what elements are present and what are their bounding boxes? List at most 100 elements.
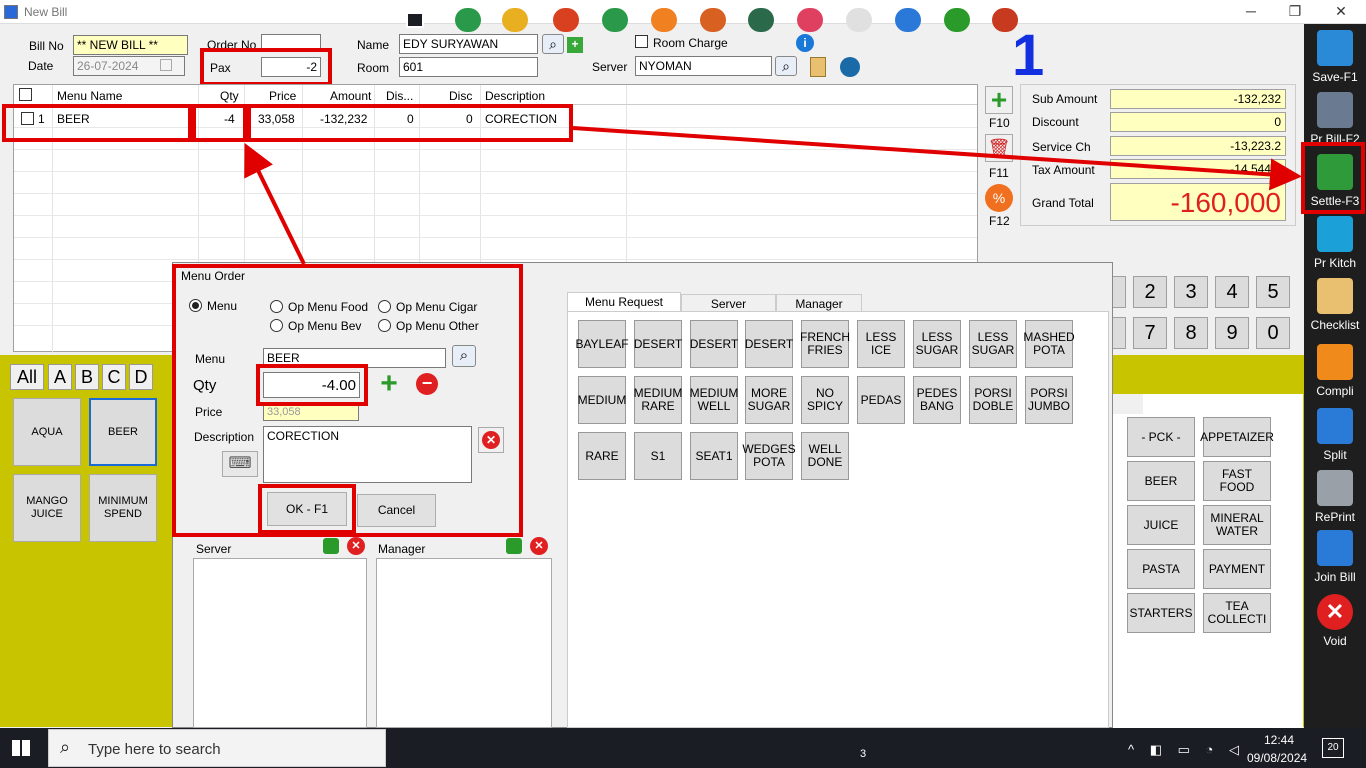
sidebar-void-button[interactable]: ✕ Void: [1304, 590, 1366, 652]
add-guest-icon[interactable]: +: [567, 37, 583, 53]
row-menu[interactable]: BEER: [57, 112, 90, 126]
request-button[interactable]: SEAT1: [690, 432, 738, 480]
qty-increase-icon[interactable]: +: [376, 369, 402, 399]
pos-app2-icon[interactable]: [748, 8, 774, 32]
row-qty[interactable]: -4: [224, 112, 235, 126]
sidebar-settle-f3-button[interactable]: Settle-F3: [1304, 150, 1366, 212]
item-mango-juice[interactable]: MANGO JUICE: [13, 474, 81, 542]
letter-a[interactable]: A: [48, 364, 72, 390]
sidebar-pr-bill-f2-button[interactable]: Pr Bill-F2: [1304, 88, 1366, 150]
request-button[interactable]: FRENCH FRIES: [800, 320, 850, 368]
keyboard-icon[interactable]: ⌨: [222, 451, 258, 477]
task-view-icon[interactable]: [406, 12, 424, 28]
greenshot-icon[interactable]: [944, 8, 970, 32]
request-button[interactable]: WEDGES POTA: [742, 432, 796, 480]
letter-b[interactable]: B: [75, 364, 99, 390]
minimize-button[interactable]: ─: [1228, 0, 1274, 24]
sidebar-reprint-button[interactable]: RePrint: [1304, 466, 1366, 528]
ok-button[interactable]: OK - F1: [267, 492, 347, 526]
group-juice[interactable]: JUICE: [1127, 505, 1195, 545]
request-button[interactable]: MEDIUM WELL: [690, 376, 738, 424]
qty-decrease-icon[interactable]: −: [416, 373, 438, 395]
radio-op-cigar[interactable]: [378, 300, 391, 313]
sidebar-save-f1-button[interactable]: Save-F1: [1304, 26, 1366, 88]
request-button[interactable]: S1: [634, 432, 682, 480]
request-button[interactable]: MORE SUGAR: [745, 376, 793, 424]
paint-icon[interactable]: [797, 8, 823, 32]
sidebar-compli-button[interactable]: Compli: [1304, 340, 1366, 402]
sidebar-checklist-button[interactable]: Checklist: [1304, 274, 1366, 336]
radio-menu[interactable]: [189, 299, 202, 312]
request-button[interactable]: PEDAS: [857, 376, 905, 424]
discount-icon[interactable]: %: [985, 184, 1013, 212]
powerpoint-icon[interactable]: [992, 8, 1018, 32]
tab-menu-request[interactable]: Menu Request: [567, 292, 681, 312]
restore-button[interactable]: ❐: [1272, 0, 1318, 24]
dlg-menu-search-icon[interactable]: ⌕: [452, 345, 476, 367]
clipboard-icon[interactable]: [810, 57, 826, 77]
request-button[interactable]: MEDIUM: [578, 376, 626, 424]
request-button[interactable]: LESS SUGAR: [913, 320, 961, 368]
numpad-8[interactable]: 8: [1174, 317, 1208, 349]
request-button[interactable]: WELL DONE: [801, 432, 849, 480]
manager-list[interactable]: [376, 558, 552, 728]
select-all-checkbox[interactable]: [19, 88, 32, 101]
notification-icon[interactable]: 20: [1322, 738, 1344, 758]
server-field[interactable]: NYOMAN: [635, 56, 772, 76]
request-button[interactable]: PORSI DOBLE: [969, 376, 1017, 424]
tab-server[interactable]: Server: [681, 294, 776, 312]
numpad-4[interactable]: 4: [1215, 276, 1249, 308]
radio-op-food[interactable]: [270, 300, 283, 313]
group-starters[interactable]: STARTERS: [1127, 593, 1195, 633]
tab-manager[interactable]: Manager: [776, 294, 862, 312]
letter-all[interactable]: All: [10, 364, 44, 390]
server-list[interactable]: [193, 558, 367, 728]
request-button[interactable]: PORSI JUMBO: [1025, 376, 1073, 424]
info-icon[interactable]: i: [796, 34, 814, 52]
pax-field[interactable]: -2: [261, 57, 321, 77]
request-button[interactable]: DESERT: [690, 320, 738, 368]
request-button[interactable]: RARE: [578, 432, 626, 480]
name-field[interactable]: EDY SURYAWAN: [399, 34, 538, 54]
request-button[interactable]: NO SPICY: [801, 376, 849, 424]
edge-profile-icon[interactable]: [895, 8, 921, 32]
server-clear-icon[interactable]: ✕: [347, 537, 365, 555]
item-minimum-spend[interactable]: MINIMUM SPEND: [89, 474, 157, 542]
numpad-3[interactable]: 3: [1174, 276, 1208, 308]
sidebar-join-bill-button[interactable]: Join Bill: [1304, 526, 1366, 588]
request-button[interactable]: MASHED POTA: [1023, 320, 1075, 368]
request-button[interactable]: DESERT: [634, 320, 682, 368]
dlg-qty-field[interactable]: -4.00: [263, 372, 360, 398]
edge-icon[interactable]: [651, 8, 677, 32]
item-aqua[interactable]: AQUA: [13, 398, 81, 466]
pos-app-icon[interactable]: [700, 8, 726, 32]
request-button[interactable]: LESS ICE: [857, 320, 905, 368]
request-button[interactable]: MEDIUM RARE: [634, 376, 682, 424]
order-no-field[interactable]: [261, 34, 321, 52]
room-field[interactable]: 601: [399, 57, 538, 77]
group-pasta[interactable]: PASTA: [1127, 549, 1195, 589]
group-payment[interactable]: PAYMENT: [1203, 549, 1271, 589]
add-item-icon[interactable]: +: [985, 86, 1013, 114]
chrome-profile2-icon[interactable]: [602, 8, 628, 32]
numpad-7[interactable]: 7: [1133, 317, 1167, 349]
group-beer[interactable]: BEER: [1127, 461, 1195, 501]
letter-d[interactable]: D: [129, 364, 153, 390]
bill-no-field[interactable]: ** NEW BILL **: [73, 35, 188, 55]
sidebar-split-button[interactable]: Split: [1304, 404, 1366, 466]
tray-icons[interactable]: ^ ◧ ▭ ◔ ◁: [1128, 742, 1245, 758]
numpad-9[interactable]: 9: [1215, 317, 1249, 349]
dlg-description-field[interactable]: CORECTION: [263, 426, 472, 483]
calendar-icon[interactable]: [160, 59, 172, 71]
close-button[interactable]: ✕: [1318, 0, 1364, 24]
request-button[interactable]: DESERT: [745, 320, 793, 368]
server-refresh-icon[interactable]: [323, 538, 339, 554]
row-checkbox[interactable]: [21, 112, 34, 125]
room-charge-checkbox[interactable]: [635, 35, 648, 48]
request-button[interactable]: BAYLEAF: [575, 320, 629, 368]
group-mineral-water[interactable]: MINERAL WATER: [1203, 505, 1271, 545]
search-server-icon[interactable]: ⌕: [775, 56, 797, 76]
numpad-5[interactable]: 5: [1256, 276, 1290, 308]
cancel-button[interactable]: Cancel: [357, 494, 436, 527]
sync-icon[interactable]: [840, 57, 860, 77]
